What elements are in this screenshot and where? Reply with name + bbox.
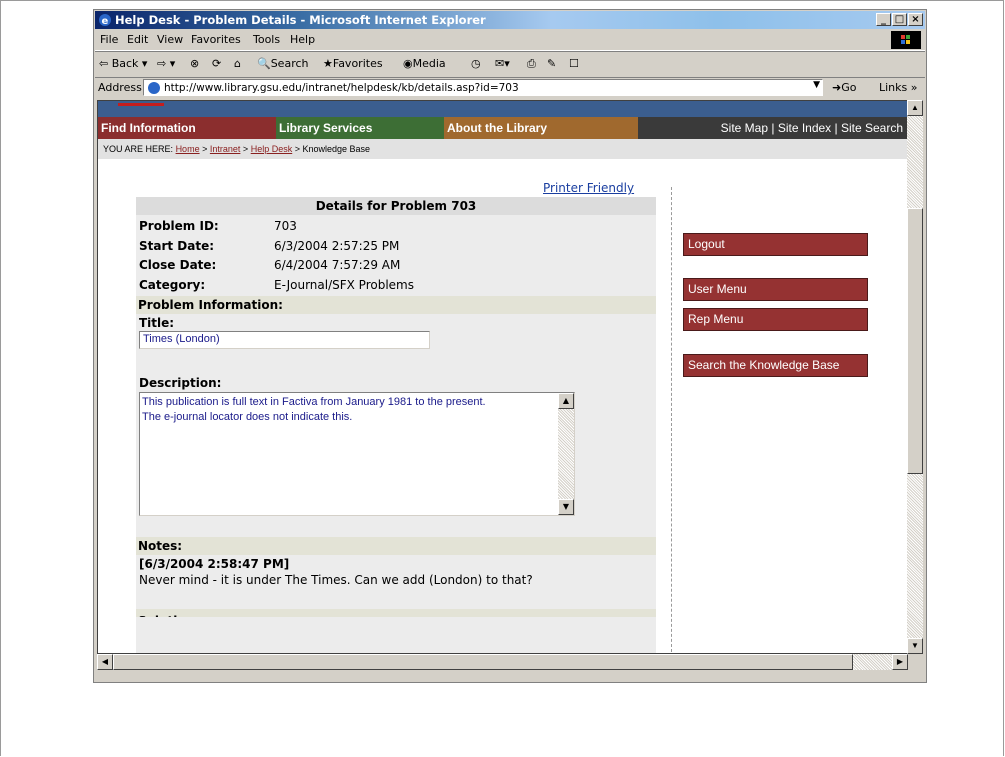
minimize-button[interactable]: _: [876, 13, 891, 26]
favorites-label: Favorites: [332, 57, 383, 70]
rep-menu-button[interactable]: Rep Menu: [683, 308, 868, 331]
breadcrumb-sep: >: [294, 144, 300, 154]
maximize-button[interactable]: □: [892, 13, 907, 26]
scroll-down-arrow-icon[interactable]: ▼: [558, 499, 574, 515]
nav-about-library[interactable]: About the Library: [444, 117, 638, 139]
title-bar[interactable]: e Help Desk - Problem Details - Microsof…: [95, 11, 925, 29]
breadcrumb-sep: >: [242, 144, 249, 154]
vertical-scroll-thumb[interactable]: [907, 208, 923, 474]
problem-id-value: 703: [274, 219, 297, 233]
menu-tools[interactable]: Tools: [253, 33, 280, 46]
problem-details: Details for Problem 703 Problem ID: 703 …: [136, 197, 656, 653]
start-date-value: 6/3/2004 2:57:25 PM: [274, 239, 400, 253]
address-url: http://www.library.gsu.edu/intranet/help…: [164, 82, 519, 94]
breadcrumb-intranet[interactable]: Intranet: [210, 144, 241, 154]
go-button[interactable]: ➜Go: [832, 81, 856, 94]
description-scrollbar[interactable]: ▲ ▼: [558, 393, 574, 515]
breadcrumb-sep: >: [202, 144, 208, 154]
search-kb-button[interactable]: Search the Knowledge Base: [683, 354, 868, 377]
description-text: This publication is full text in Factiva…: [142, 396, 486, 423]
user-menu-button[interactable]: User Menu: [683, 278, 868, 301]
menu-edit[interactable]: Edit: [127, 33, 148, 46]
title-label: Title:: [139, 316, 175, 330]
close-date-value: 6/4/2004 7:57:29 AM: [274, 258, 401, 272]
scroll-down-icon[interactable]: ▼: [907, 638, 923, 654]
horizontal-scroll-thumb[interactable]: [113, 654, 853, 670]
close-button[interactable]: ×: [908, 13, 923, 26]
header-accent: [118, 103, 164, 106]
page-icon: [148, 82, 160, 94]
print-icon[interactable]: ⎙: [527, 57, 536, 71]
description-label: Description:: [139, 376, 222, 390]
menu-favorites[interactable]: Favorites: [191, 33, 241, 46]
home-icon[interactable]: ⌂: [234, 57, 241, 70]
column-divider: [671, 187, 672, 653]
svg-text:e: e: [102, 16, 109, 27]
category-label: Category:: [139, 278, 206, 292]
solution-header: Solution: [136, 609, 656, 617]
breadcrumb-current: Knowledge Base: [302, 144, 371, 154]
stop-icon[interactable]: ⊗: [190, 57, 199, 70]
history-icon[interactable]: ◷: [471, 57, 481, 70]
dropdown-arrow-icon[interactable]: ▼: [813, 80, 820, 90]
ie-icon: e: [99, 14, 111, 27]
back-label: Back: [111, 57, 139, 70]
links-button[interactable]: Links »: [879, 81, 918, 94]
window-title: Help Desk - Problem Details - Microsoft …: [115, 13, 486, 27]
vertical-scrollbar[interactable]: ▲ ▼: [907, 100, 923, 654]
problem-id-label: Problem ID:: [139, 219, 219, 233]
address-input[interactable]: http://www.library.gsu.edu/intranet/help…: [143, 79, 823, 96]
details-heading: Details for Problem 703: [136, 197, 656, 215]
site-links[interactable]: Site Map | Site Index | Site Search: [721, 117, 903, 139]
status-bar: [95, 671, 925, 682]
logout-button[interactable]: Logout: [683, 233, 868, 256]
links-label: Links: [879, 81, 908, 94]
nav-find-information[interactable]: Find Information: [98, 117, 276, 139]
forward-button[interactable]: ⇨ ▾: [157, 57, 175, 70]
address-label: Address: [98, 81, 142, 94]
description-field[interactable]: This publication is full text in Factiva…: [139, 392, 575, 516]
mail-icon[interactable]: ✉▾: [495, 57, 510, 70]
horizontal-scrollbar[interactable]: ◀ ▶: [97, 654, 908, 670]
category-value: E-Journal/SFX Problems: [274, 278, 414, 292]
menu-file[interactable]: File: [100, 33, 118, 46]
scroll-up-arrow-icon[interactable]: ▲: [558, 393, 574, 409]
breadcrumb: YOU ARE HERE: Home > Intranet > Help Des…: [98, 139, 907, 159]
windows-logo-icon: [891, 31, 921, 49]
search-label: Search: [270, 57, 309, 70]
problem-info-header: Problem Information:: [136, 296, 656, 314]
site-nav: Find Information Library Services About …: [98, 117, 907, 139]
scroll-up-icon[interactable]: ▲: [907, 100, 923, 116]
page-viewport: Find Information Library Services About …: [97, 100, 908, 654]
media-label: Media: [412, 57, 446, 70]
note-text: Never mind - it is under The Times. Can …: [139, 573, 533, 587]
menu-help[interactable]: Help: [290, 33, 315, 46]
scroll-left-icon[interactable]: ◀: [97, 654, 113, 670]
close-date-label: Close Date:: [139, 258, 217, 272]
breadcrumb-helpdesk[interactable]: Help Desk: [251, 144, 293, 154]
favorites-button[interactable]: ★Favorites: [323, 57, 383, 70]
edit-icon[interactable]: ✎: [547, 57, 556, 70]
site-header: [98, 101, 907, 117]
scroll-right-icon[interactable]: ▶: [892, 654, 908, 670]
media-button[interactable]: ◉Media: [403, 57, 446, 70]
discuss-icon[interactable]: ☐: [569, 57, 579, 70]
go-label: Go: [841, 81, 857, 94]
menu-bar: File Edit View Favorites Tools Help: [95, 29, 925, 51]
breadcrumb-prefix: YOU ARE HERE:: [103, 144, 174, 154]
note-timestamp: [6/3/2004 2:58:47 PM]: [139, 557, 290, 571]
refresh-icon[interactable]: ⟳: [212, 57, 221, 70]
printer-friendly-link[interactable]: Printer Friendly: [543, 181, 634, 195]
address-bar: Address http://www.library.gsu.edu/intra…: [95, 77, 925, 99]
search-button[interactable]: 🔍Search: [257, 57, 309, 70]
title-field[interactable]: Times (London): [139, 331, 430, 349]
menu-view[interactable]: View: [157, 33, 183, 46]
start-date-label: Start Date:: [139, 239, 215, 253]
nav-library-services[interactable]: Library Services: [276, 117, 444, 139]
breadcrumb-home[interactable]: Home: [176, 144, 200, 154]
notes-header: Notes:: [136, 537, 656, 555]
toolbar: ⇦ Back ▾ ⇨ ▾ ⊗ ⟳ ⌂ 🔍Search ★Favorites ◉M…: [95, 51, 925, 78]
browser-window: e Help Desk - Problem Details - Microsof…: [93, 9, 927, 683]
back-button[interactable]: ⇦ Back ▾: [99, 57, 147, 70]
